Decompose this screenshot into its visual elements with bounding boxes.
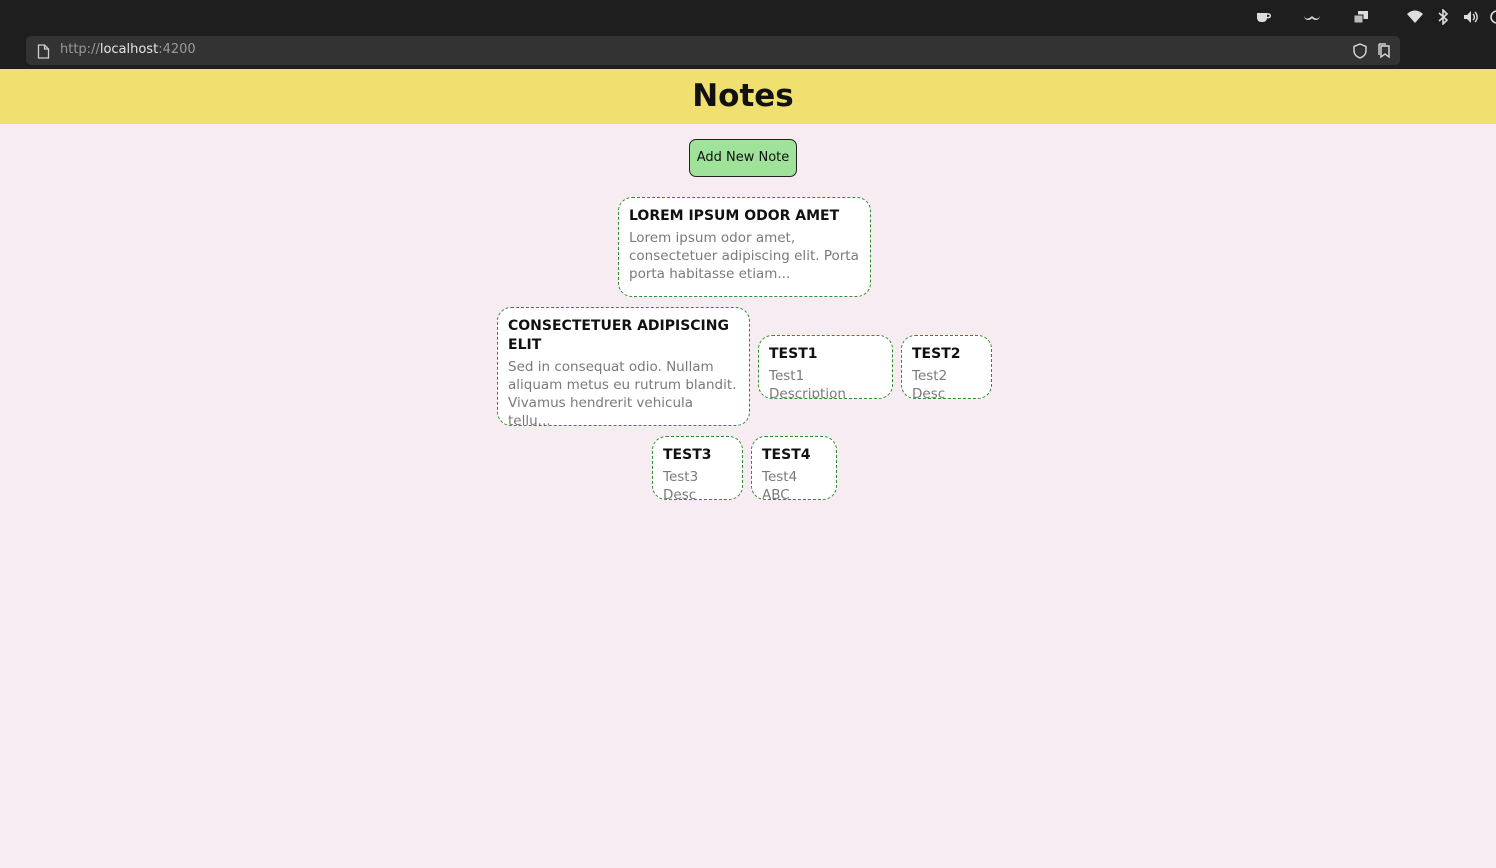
note-card[interactable]: TEST3 Test3 Desc <box>652 436 743 500</box>
windows-icon[interactable] <box>1352 8 1370 26</box>
system-top-bar <box>0 0 1496 34</box>
note-card[interactable]: TEST1 Test1 Description <box>758 335 893 399</box>
note-description: Test2 Desc <box>912 368 948 399</box>
note-description: Lorem ipsum odor amet, consectetuer adip… <box>629 230 859 282</box>
note-title: LOREM IPSUM ODOR AMET <box>629 208 840 224</box>
wifi-icon[interactable] <box>1406 8 1424 26</box>
url-scheme: http:// <box>60 42 100 57</box>
shield-icon[interactable] <box>1352 43 1368 59</box>
address-bar[interactable]: http://localhost:4200 <box>26 36 1400 65</box>
note-title: TEST2 <box>912 346 961 362</box>
note-title: TEST1 <box>769 346 818 362</box>
app-header: Notes <box>0 69 1496 124</box>
bookmark-icon[interactable] <box>1376 43 1392 59</box>
note-title: CONSECTETUER ADIPISCING ELIT <box>508 318 729 353</box>
note-title: TEST3 <box>663 447 712 463</box>
bluetooth-icon[interactable] <box>1434 8 1452 26</box>
mustache-icon[interactable] <box>1303 8 1321 26</box>
note-card[interactable]: TEST2 Test2 Desc <box>901 335 992 399</box>
note-description: Test1 Description <box>769 368 846 399</box>
browser-toolbar: http://localhost:4200 <box>0 34 1496 69</box>
url-host: localhost <box>99 42 159 57</box>
power-icon[interactable] <box>1488 8 1496 26</box>
note-card[interactable]: LOREM IPSUM ODOR AMET Lorem ipsum odor a… <box>618 197 871 297</box>
note-description: Test4 ABC <box>762 469 798 500</box>
url-text[interactable]: http://localhost:4200 <box>60 42 196 57</box>
page-icon <box>37 44 50 59</box>
note-description: Sed in consequat odio. Nullam aliquam me… <box>508 359 737 426</box>
note-description: Test3 Desc <box>663 469 699 500</box>
note-card[interactable]: TEST4 Test4 ABC <box>751 436 837 500</box>
note-card[interactable]: CONSECTETUER ADIPISCING ELIT Sed in cons… <box>497 307 750 426</box>
coffee-icon[interactable] <box>1254 8 1272 26</box>
volume-icon[interactable] <box>1462 8 1480 26</box>
page-title: Notes <box>692 78 794 114</box>
url-port: :4200 <box>158 42 196 57</box>
note-title: TEST4 <box>762 447 811 463</box>
add-new-note-button[interactable]: Add New Note <box>689 139 797 177</box>
